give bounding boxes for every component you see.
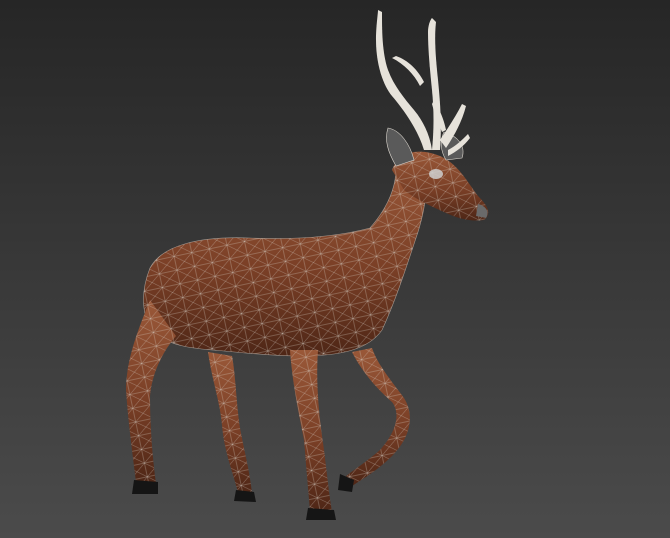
- deer-body: [143, 161, 427, 357]
- near-hind-leg: [126, 300, 176, 494]
- far-front-leg: [338, 348, 410, 492]
- hoof: [132, 480, 158, 494]
- eye: [429, 169, 443, 179]
- far-hind-leg: [208, 352, 256, 502]
- near-front-leg: [290, 350, 336, 520]
- deer-model: [126, 10, 489, 520]
- hoof: [234, 490, 256, 502]
- ear: [386, 127, 415, 167]
- 3d-viewport[interactable]: [0, 0, 670, 538]
